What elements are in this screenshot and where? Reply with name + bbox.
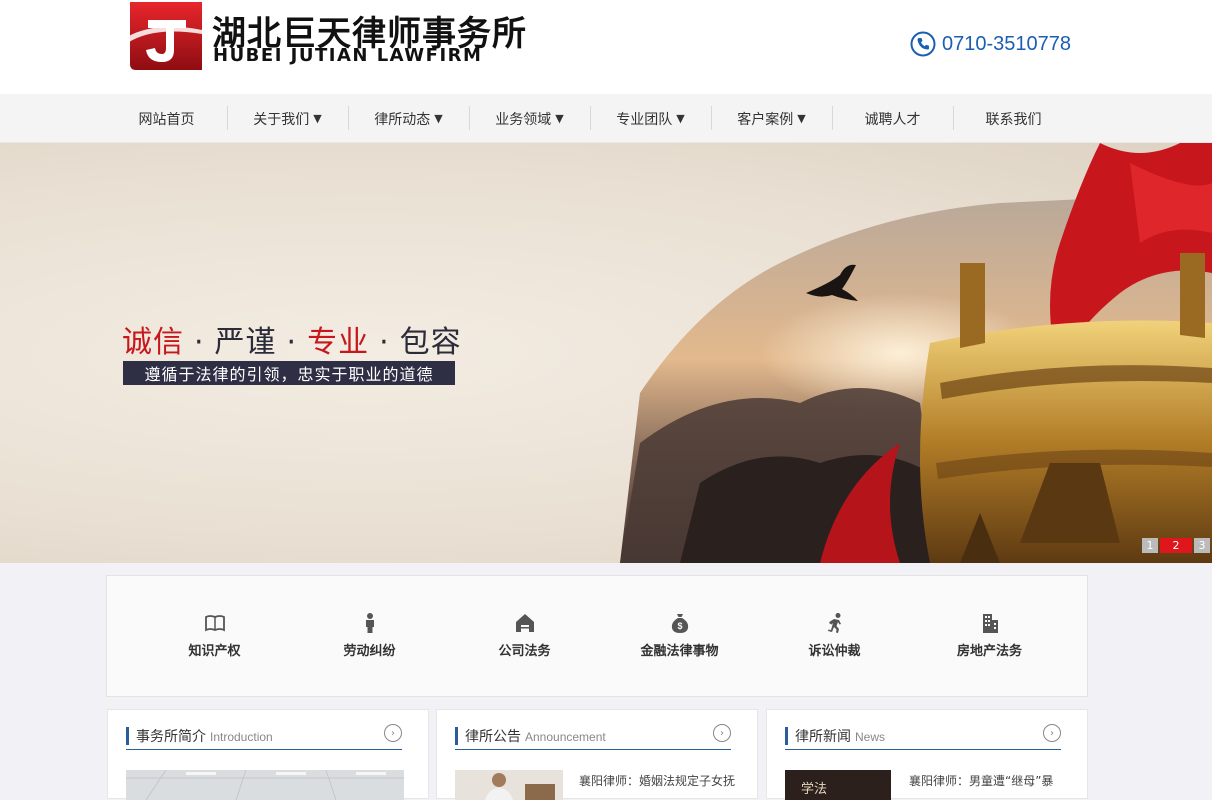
service-corporate-law[interactable]: 公司法务 xyxy=(447,612,602,659)
panel-accent-bar xyxy=(455,727,458,745)
slogan-dot: · xyxy=(379,325,390,360)
nav-label: 网站首页 xyxy=(138,111,195,128)
more-arrow-icon[interactable]: › xyxy=(1043,724,1061,742)
site-header: 湖北巨天律师事务所 HUBEI JUTIAN LAWFIRM 0710-3510… xyxy=(0,0,1212,94)
nav-item-contact[interactable]: 联系我们 xyxy=(953,94,1074,143)
nav-label: 客户案例 xyxy=(737,111,794,128)
news-item-title[interactable]: 襄阳律师：男童遭“继母”暴 xyxy=(909,772,1053,789)
caret-down-icon: ▼ xyxy=(797,112,806,125)
caret-down-icon: ▼ xyxy=(434,112,443,125)
service-label: 诉讼仲裁 xyxy=(808,644,861,659)
banner-pager: 1 2 3 xyxy=(1142,538,1210,553)
nav-item-about[interactable]: 关于我们 ▼ xyxy=(227,94,348,143)
practice-areas-strip: 知识产权 劳动纠纷 公司法务 $ 金融法律事物 诉讼仲裁 房地产法务 xyxy=(106,575,1088,697)
contact-phone[interactable]: 0710-3510778 xyxy=(910,30,1071,58)
phone-icon xyxy=(910,31,936,57)
phone-number: 0710-3510778 xyxy=(942,32,1072,55)
panel-introduction: 事务所简介 Introduction › xyxy=(107,709,429,800)
nav-item-firm-news[interactable]: 律所动态 ▼ xyxy=(348,94,469,143)
nav-label: 诚聘人才 xyxy=(864,111,921,128)
caret-down-icon: ▼ xyxy=(555,112,564,125)
slogan-word: 诚信 xyxy=(122,325,184,360)
service-label: 知识产权 xyxy=(188,644,241,659)
news-thumbnail[interactable]: 学法 xyxy=(785,770,891,800)
hero-banner[interactable]: 诚信 · 严谨 · 专业 · 包容 遵循于法律的引领，忠实于职业的道德 1 2 3 xyxy=(0,143,1212,563)
slogan-word: 包容 xyxy=(399,325,462,360)
panel-title-en: News xyxy=(855,730,886,744)
banner-subtitle: 遵循于法律的引领，忠实于职业的道德 xyxy=(123,361,455,385)
nav-item-cases[interactable]: 客户案例 ▼ xyxy=(711,94,832,143)
panel-accent-bar xyxy=(785,727,788,745)
person-icon xyxy=(365,613,374,633)
panel-title-cn: 律所公告 xyxy=(465,729,521,745)
main-nav: 网站首页 关于我们 ▼ 律所动态 ▼ 业务领域 ▼ 专业团队 ▼ 客户案例 ▼ 诚聘人才 … xyxy=(0,94,1212,143)
slogan-dot: · xyxy=(194,325,205,360)
service-intellectual-property[interactable]: 知识产权 xyxy=(137,612,292,659)
svg-text:$: $ xyxy=(677,621,682,631)
logo-mark-icon xyxy=(122,2,202,70)
panel-title-cn: 事务所简介 xyxy=(136,729,206,745)
house-icon xyxy=(515,614,534,632)
more-arrow-icon[interactable]: › xyxy=(384,724,402,742)
office-photo xyxy=(126,770,404,800)
announcement-item-title[interactable]: 襄阳律师：婚姻法规定子女抚 xyxy=(579,772,735,789)
running-icon xyxy=(827,613,841,633)
slogan-dot: · xyxy=(286,325,298,360)
news-thumbnail-text: 学法 xyxy=(801,782,828,797)
nav-item-practice-areas[interactable]: 业务领域 ▼ xyxy=(469,94,590,143)
panel-title-en: Announcement xyxy=(525,730,606,744)
slogan-word: 严谨 xyxy=(214,325,277,360)
nav-item-home[interactable]: 网站首页 xyxy=(106,94,227,143)
nav-label: 联系我们 xyxy=(985,111,1042,128)
service-label: 劳动纠纷 xyxy=(343,644,396,659)
service-label: 金融法律事物 xyxy=(640,644,719,659)
nav-label: 关于我们 xyxy=(253,111,310,128)
service-financial-law[interactable]: $ 金融法律事物 xyxy=(602,612,757,659)
pager-dot-1[interactable]: 1 xyxy=(1142,538,1158,553)
pager-dot-3[interactable]: 3 xyxy=(1194,538,1210,553)
nav-label: 业务领域 xyxy=(495,111,552,128)
nav-label: 律所动态 xyxy=(374,111,431,128)
pager-dot-2[interactable]: 2 xyxy=(1160,538,1192,553)
panel-news: 律所新闻 News › 学法 襄阳律师：男童遭“继母”暴 xyxy=(766,709,1088,800)
panel-header: 律所新闻 News › xyxy=(785,724,1061,750)
panel-title-en: Introduction xyxy=(210,730,273,744)
panel-header: 律所公告 Announcement › xyxy=(455,724,731,750)
service-litigation-arbitration[interactable]: 诉讼仲裁 xyxy=(757,612,912,659)
nav-item-careers[interactable]: 诚聘人才 xyxy=(832,94,953,143)
service-label: 公司法务 xyxy=(498,644,551,659)
service-label: 房地产法务 xyxy=(956,644,1022,659)
panel-accent-bar xyxy=(126,727,129,745)
banner-slogan: 诚信 · 严谨 · 专业 · 包容 xyxy=(122,317,462,361)
panel-title: 律所公告 Announcement xyxy=(465,726,606,746)
book-icon xyxy=(204,615,225,632)
nav-item-team[interactable]: 专业团队 ▼ xyxy=(590,94,711,143)
service-labor-disputes[interactable]: 劳动纠纷 xyxy=(292,612,447,659)
money-bag-icon: $ xyxy=(671,614,688,633)
panel-announcement: 律所公告 Announcement › 襄阳律师：婚姻法规定子女抚 xyxy=(436,709,758,800)
slogan-word: 专业 xyxy=(307,325,370,360)
announcement-thumbnail[interactable] xyxy=(455,770,563,800)
panel-header: 事务所简介 Introduction › xyxy=(126,724,402,750)
panel-title: 律所新闻 News xyxy=(795,726,885,746)
more-arrow-icon[interactable]: › xyxy=(713,724,731,742)
logo-english-name: HUBEI JUTIAN LAWFIRM xyxy=(213,45,483,66)
building-icon xyxy=(982,614,998,633)
nav-label: 专业团队 xyxy=(616,111,673,128)
panel-title-cn: 律所新闻 xyxy=(795,729,851,745)
caret-down-icon: ▼ xyxy=(313,112,322,125)
panel-title: 事务所简介 Introduction xyxy=(136,726,273,746)
service-real-estate-law[interactable]: 房地产法务 xyxy=(912,612,1067,659)
site-logo[interactable]: 湖北巨天律师事务所 HUBEI JUTIAN LAWFIRM xyxy=(122,0,526,74)
caret-down-icon: ▼ xyxy=(676,112,685,125)
